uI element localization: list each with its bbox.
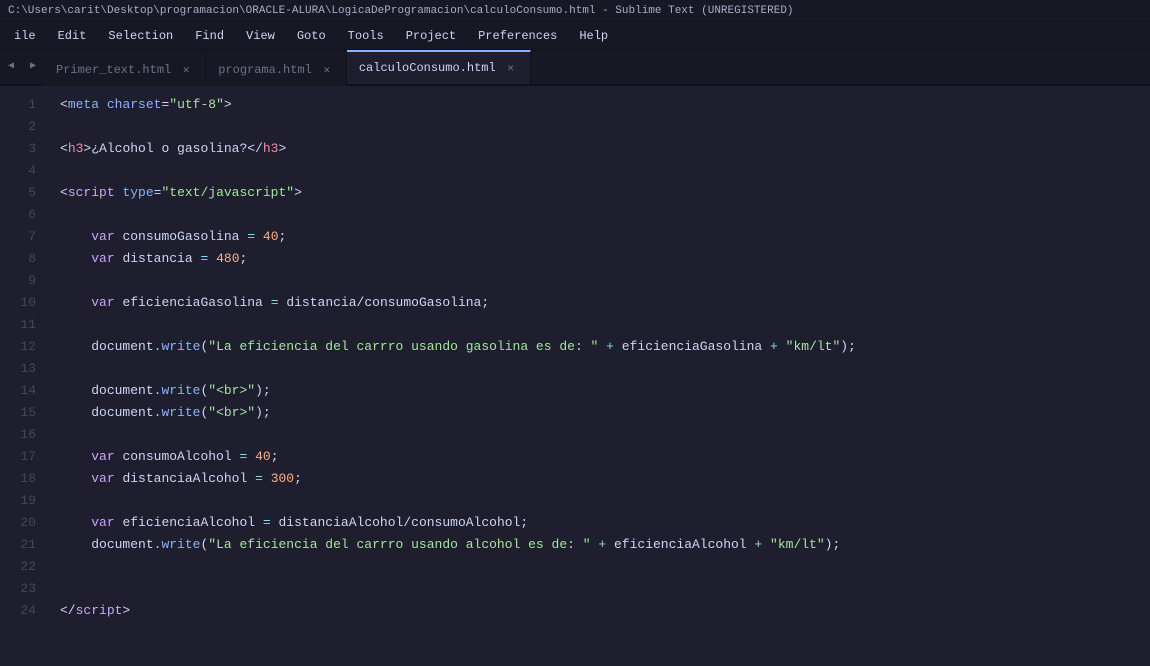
tab-close-programa[interactable]: ✕ bbox=[320, 63, 334, 77]
title-bar: C:\Users\carit\Desktop\programacion\ORAC… bbox=[0, 0, 1150, 22]
code-line-3: <h3>¿Alcohol o gasolina?</h3> bbox=[60, 138, 1150, 160]
code-line-18: var distanciaAlcohol = 300; bbox=[60, 468, 1150, 490]
code-line-1: <meta charset="utf-8"> bbox=[60, 94, 1150, 116]
code-line-2 bbox=[60, 116, 1150, 138]
code-line-17: var consumoAlcohol = 40; bbox=[60, 446, 1150, 468]
code-line-16 bbox=[60, 424, 1150, 446]
tab-nav-left[interactable]: ◀ bbox=[0, 48, 22, 84]
code-line-7: var consumoGasolina = 40; bbox=[60, 226, 1150, 248]
tab-close-primer[interactable]: ✕ bbox=[179, 63, 193, 77]
tab-bar: ◀ ▶ Primer_text.html ✕ programa.html ✕ c… bbox=[0, 50, 1150, 86]
menu-item-view[interactable]: View bbox=[236, 26, 285, 46]
menu-item-help[interactable]: Help bbox=[569, 26, 618, 46]
code-line-4 bbox=[60, 160, 1150, 182]
code-line-14: document.write("<br>"); bbox=[60, 380, 1150, 402]
menu-item-project[interactable]: Project bbox=[396, 26, 466, 46]
menu-bar: ile Edit Selection Find View Goto Tools … bbox=[0, 22, 1150, 50]
code-line-19 bbox=[60, 490, 1150, 512]
tab-calculo[interactable]: calculoConsumo.html ✕ bbox=[347, 50, 531, 84]
tab-close-calculo[interactable]: ✕ bbox=[504, 61, 518, 75]
tab-label-programa: programa.html bbox=[218, 63, 312, 77]
menu-item-goto[interactable]: Goto bbox=[287, 26, 336, 46]
tab-label-calculo: calculoConsumo.html bbox=[359, 61, 496, 75]
code-line-15: document.write("<br>"); bbox=[60, 402, 1150, 424]
menu-item-file[interactable]: ile bbox=[4, 26, 46, 46]
menu-item-tools[interactable]: Tools bbox=[338, 26, 394, 46]
tab-label-primer: Primer_text.html bbox=[56, 63, 171, 77]
code-line-23 bbox=[60, 578, 1150, 600]
code-line-8: var distancia = 480; bbox=[60, 248, 1150, 270]
tab-nav-right[interactable]: ▶ bbox=[22, 48, 44, 84]
title-text: C:\Users\carit\Desktop\programacion\ORAC… bbox=[8, 5, 794, 17]
tab-primer-text[interactable]: Primer_text.html ✕ bbox=[44, 54, 206, 86]
menu-item-edit[interactable]: Edit bbox=[48, 26, 97, 46]
code-line-21: document.write("La eficiencia del carrro… bbox=[60, 534, 1150, 556]
code-line-5: <script type="text/javascript"> bbox=[60, 182, 1150, 204]
code-line-6 bbox=[60, 204, 1150, 226]
menu-item-find[interactable]: Find bbox=[185, 26, 234, 46]
menu-item-preferences[interactable]: Preferences bbox=[468, 26, 567, 46]
code-line-13 bbox=[60, 358, 1150, 380]
code-area[interactable]: <meta charset="utf-8"> <h3>¿Alcohol o ga… bbox=[48, 86, 1150, 666]
code-line-22 bbox=[60, 556, 1150, 578]
code-line-11 bbox=[60, 314, 1150, 336]
tab-programa[interactable]: programa.html ✕ bbox=[206, 54, 347, 86]
editor: 1 2 3 4 5 6 7 8 9 10 11 12 13 14 15 16 1… bbox=[0, 86, 1150, 666]
code-line-10: var eficienciaGasolina = distancia/consu… bbox=[60, 292, 1150, 314]
line-numbers: 1 2 3 4 5 6 7 8 9 10 11 12 13 14 15 16 1… bbox=[0, 86, 48, 666]
menu-item-selection[interactable]: Selection bbox=[98, 26, 183, 46]
code-line-9 bbox=[60, 270, 1150, 292]
code-line-24: </script> bbox=[60, 600, 1150, 622]
code-line-20: var eficienciaAlcohol = distanciaAlcohol… bbox=[60, 512, 1150, 534]
code-line-12: document.write("La eficiencia del carrro… bbox=[60, 336, 1150, 358]
